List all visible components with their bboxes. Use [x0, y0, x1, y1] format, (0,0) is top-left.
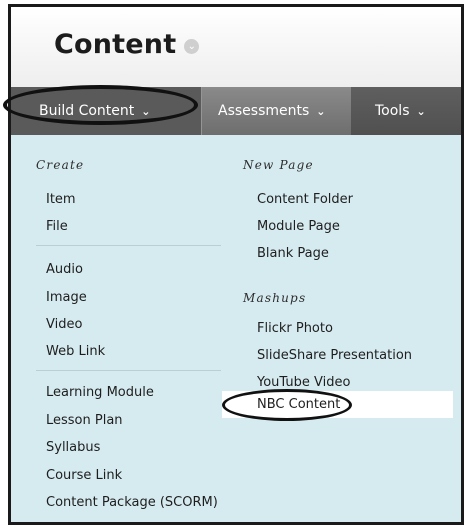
assessments-label: Assessments — [218, 103, 310, 119]
page-title: Content — [54, 29, 177, 60]
menu-item-file[interactable]: File — [46, 219, 68, 234]
build-content-button[interactable]: Build Content ⌄ — [11, 87, 201, 135]
section-heading-new-page: New Page — [243, 158, 314, 172]
menu-item-video[interactable]: Video — [46, 317, 82, 332]
menu-item-learning-module[interactable]: Learning Module — [46, 385, 154, 400]
menu-divider — [36, 245, 221, 246]
menu-item-web-link[interactable]: Web Link — [46, 344, 105, 359]
chevron-down-icon: ⌄ — [141, 104, 151, 118]
menu-divider — [36, 370, 221, 371]
menu-item-image[interactable]: Image — [46, 290, 87, 305]
menu-item-syllabus[interactable]: Syllabus — [46, 440, 100, 455]
content-panel: Content ⌄ Build Content ⌄ Assessments ⌄ … — [8, 4, 464, 525]
menu-item-nbc-content[interactable]: NBC Content — [257, 397, 340, 412]
menu-item-content-folder[interactable]: Content Folder — [257, 192, 353, 207]
section-heading-create: Create — [36, 158, 85, 172]
menu-item-course-link[interactable]: Course Link — [46, 468, 122, 483]
build-content-menu: Create Item File Audio Image Video Web L… — [11, 135, 461, 522]
menu-item-audio[interactable]: Audio — [46, 262, 83, 277]
menu-item-content-package[interactable]: Content Package (SCORM) — [46, 495, 218, 510]
menu-item-blank-page[interactable]: Blank Page — [257, 246, 329, 261]
menu-item-flickr-photo[interactable]: Flickr Photo — [257, 321, 333, 336]
chevron-down-icon: ⌄ — [416, 104, 426, 118]
menu-item-slideshare-presentation[interactable]: SlideShare Presentation — [257, 348, 412, 363]
title-wrap: Content ⌄ — [54, 29, 200, 60]
menu-item-module-page[interactable]: Module Page — [257, 219, 340, 234]
page-header: Content ⌄ — [11, 7, 461, 88]
title-chevron-icon[interactable]: ⌄ — [184, 38, 200, 54]
chevron-down-icon: ⌄ — [316, 104, 326, 118]
assessments-button[interactable]: Assessments ⌄ — [201, 87, 351, 135]
tools-label: Tools — [375, 103, 410, 119]
section-heading-mashups: Mashups — [243, 291, 307, 305]
tools-button[interactable]: Tools ⌄ — [351, 87, 461, 135]
menu-item-youtube-video[interactable]: YouTube Video — [257, 375, 350, 390]
build-content-label: Build Content — [39, 103, 135, 119]
menu-item-item[interactable]: Item — [46, 192, 76, 207]
menu-item-lesson-plan[interactable]: Lesson Plan — [46, 413, 123, 428]
action-toolbar: Build Content ⌄ Assessments ⌄ Tools ⌄ — [11, 87, 461, 135]
